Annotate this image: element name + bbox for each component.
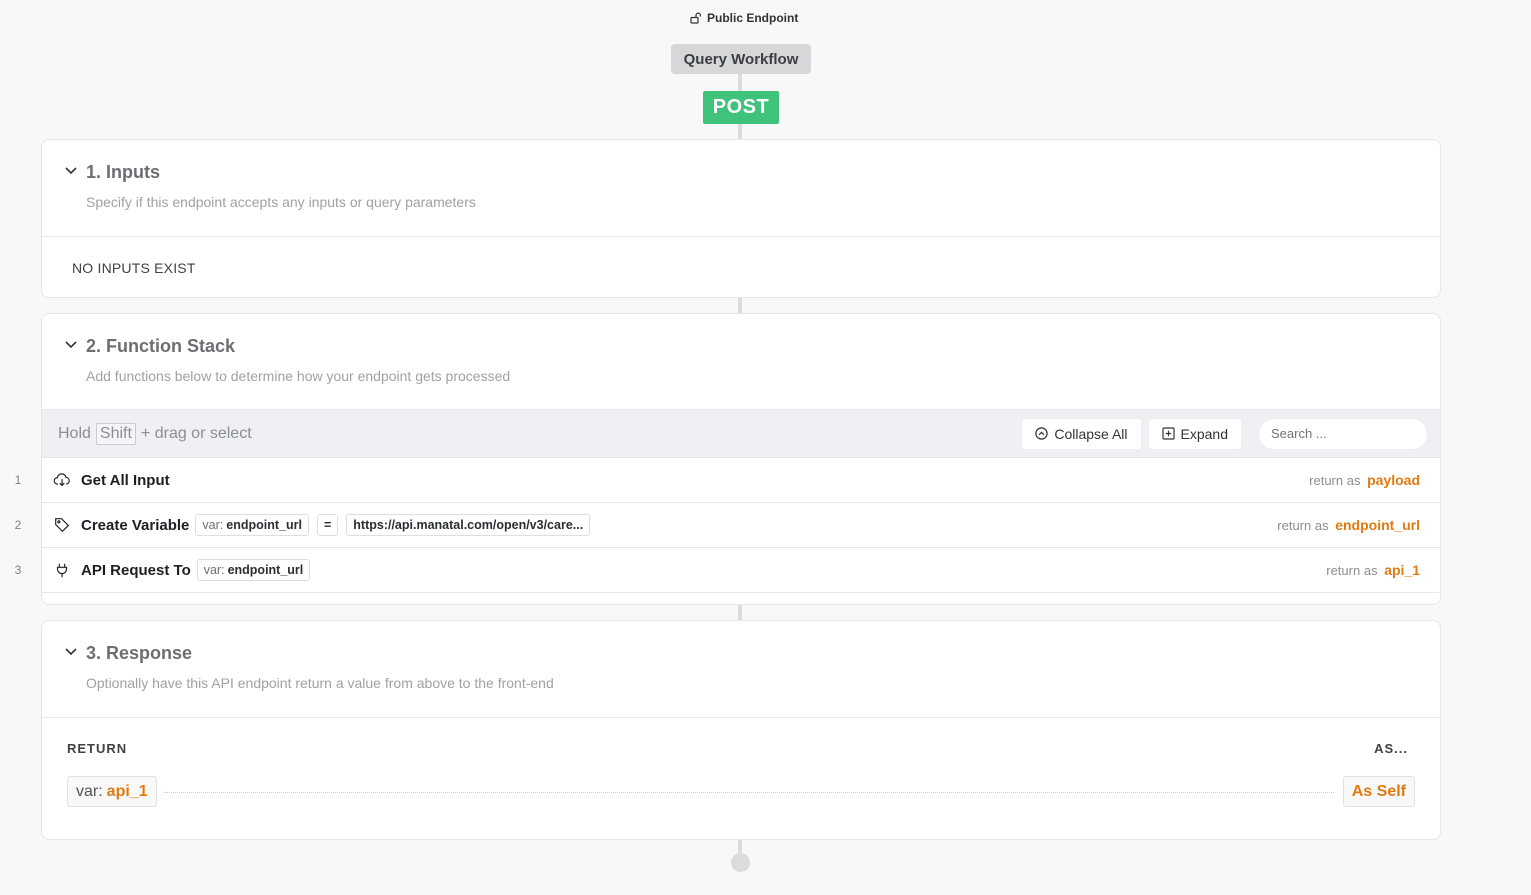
flow-connector-2 — [738, 605, 742, 620]
variable-chip[interactable]: var: endpoint_url — [196, 559, 311, 581]
return-as-label: return as — [1309, 473, 1361, 488]
shift-key: Shift — [95, 422, 136, 445]
var-name: api_1 — [106, 782, 148, 800]
var-name: endpoint_url — [226, 518, 302, 532]
section-title: 3. Response — [86, 643, 193, 663]
return-label: RETURN — [67, 741, 128, 756]
return-as-label: return as — [1277, 518, 1329, 533]
multi-select-hint: Hold Shift + drag or select — [58, 422, 252, 445]
section-title: 2. Function Stack — [86, 336, 236, 356]
as-self-chip[interactable]: As Self — [1342, 776, 1415, 807]
function-name: API Request To — [81, 561, 191, 579]
row-number: 1 — [14, 473, 22, 487]
return-as: return as endpoint_url — [1277, 517, 1420, 533]
chevron-down-icon[interactable] — [64, 647, 78, 657]
method-badge[interactable]: POST — [703, 91, 779, 124]
collapse-all-label: Collapse All — [1054, 425, 1128, 442]
return-variable[interactable]: api_1 — [1384, 562, 1420, 578]
plug-icon — [52, 560, 72, 580]
section-subtitle: Specify if this endpoint accepts any inp… — [86, 194, 476, 210]
hint-suffix: + drag or select — [140, 424, 252, 442]
var-prefix: var: — [76, 782, 103, 800]
chevron-down-icon[interactable] — [64, 340, 78, 350]
row-number: 3 — [14, 563, 22, 577]
return-variable[interactable]: payload — [1367, 472, 1420, 488]
public-endpoint-text: Public Endpoint — [707, 11, 799, 25]
return-variable-chip[interactable]: var: api_1 — [67, 776, 157, 807]
empty-inputs-text: NO INPUTS EXIST — [72, 260, 196, 276]
operator: = — [323, 518, 332, 532]
expand-label: Expand — [1180, 425, 1228, 442]
section-subtitle: Optionally have this API endpoint return… — [86, 675, 554, 691]
response-body: RETURN AS... var: api_1 As Self — [42, 718, 1440, 840]
expand-icon — [1161, 427, 1175, 440]
function-row[interactable]: 3 API Request To var: endpoint_url retur… — [15, 548, 1440, 593]
collapse-all-button[interactable]: Collapse All — [1021, 417, 1142, 450]
function-name: Create Variable — [81, 516, 190, 534]
value-chip[interactable]: https://api.manatal.com/open/v3/care... — [346, 514, 591, 536]
return-as: return as payload — [1309, 472, 1420, 488]
hint-prefix: Hold — [58, 424, 91, 442]
unlock-icon — [690, 12, 701, 24]
search-input[interactable] — [1258, 417, 1428, 450]
public-endpoint-label: Public Endpoint — [690, 11, 798, 25]
var-prefix: var: — [202, 518, 224, 532]
operator-chip[interactable]: = — [316, 514, 339, 536]
inputs-section: 1. Inputs Specify if this endpoint accep… — [41, 139, 1441, 298]
return-as-label: return as — [1326, 563, 1378, 578]
flow-end-dot — [731, 853, 750, 872]
function-stack-header[interactable]: 2. Function Stack Add functions below to… — [42, 314, 1440, 409]
section-subtitle: Add functions below to determine how you… — [86, 368, 511, 384]
workflow-badge[interactable]: Query Workflow — [671, 44, 811, 74]
row-number: 2 — [14, 518, 22, 532]
variable-chip[interactable]: var: endpoint_url — [195, 514, 309, 536]
function-row[interactable]: 1 Get All Input return as payload — [15, 458, 1440, 503]
chevron-down-icon[interactable] — [64, 166, 78, 176]
var-prefix: var: — [203, 563, 225, 577]
collapse-icon — [1035, 427, 1049, 440]
return-as: return as api_1 — [1326, 562, 1420, 578]
inputs-header[interactable]: 1. Inputs Specify if this endpoint accep… — [42, 140, 1440, 236]
return-variable[interactable]: endpoint_url — [1335, 517, 1420, 533]
tag-icon — [52, 515, 72, 535]
function-row[interactable]: 2 Create Variable var: endpoint_url = ht… — [15, 503, 1440, 548]
function-stack-section: 2. Function Stack Add functions below to… — [15, 313, 1441, 605]
var-name: endpoint_url — [227, 563, 304, 577]
section-title: 1. Inputs — [86, 162, 161, 182]
function-stack-toolbar: Hold Shift + drag or select Collapse All… — [42, 409, 1440, 458]
function-name: Get All Input — [81, 471, 170, 489]
value-text: https://api.manatal.com/open/v3/care... — [353, 518, 584, 532]
expand-button[interactable]: Expand — [1147, 417, 1242, 450]
response-section: 3. Response Optionally have this API end… — [41, 620, 1441, 840]
as-label: AS... — [1374, 741, 1408, 756]
response-header[interactable]: 3. Response Optionally have this API end… — [42, 621, 1440, 717]
dotted-connector — [164, 792, 1334, 793]
cloud-download-icon — [52, 470, 72, 490]
flow-connector-1 — [738, 298, 742, 313]
